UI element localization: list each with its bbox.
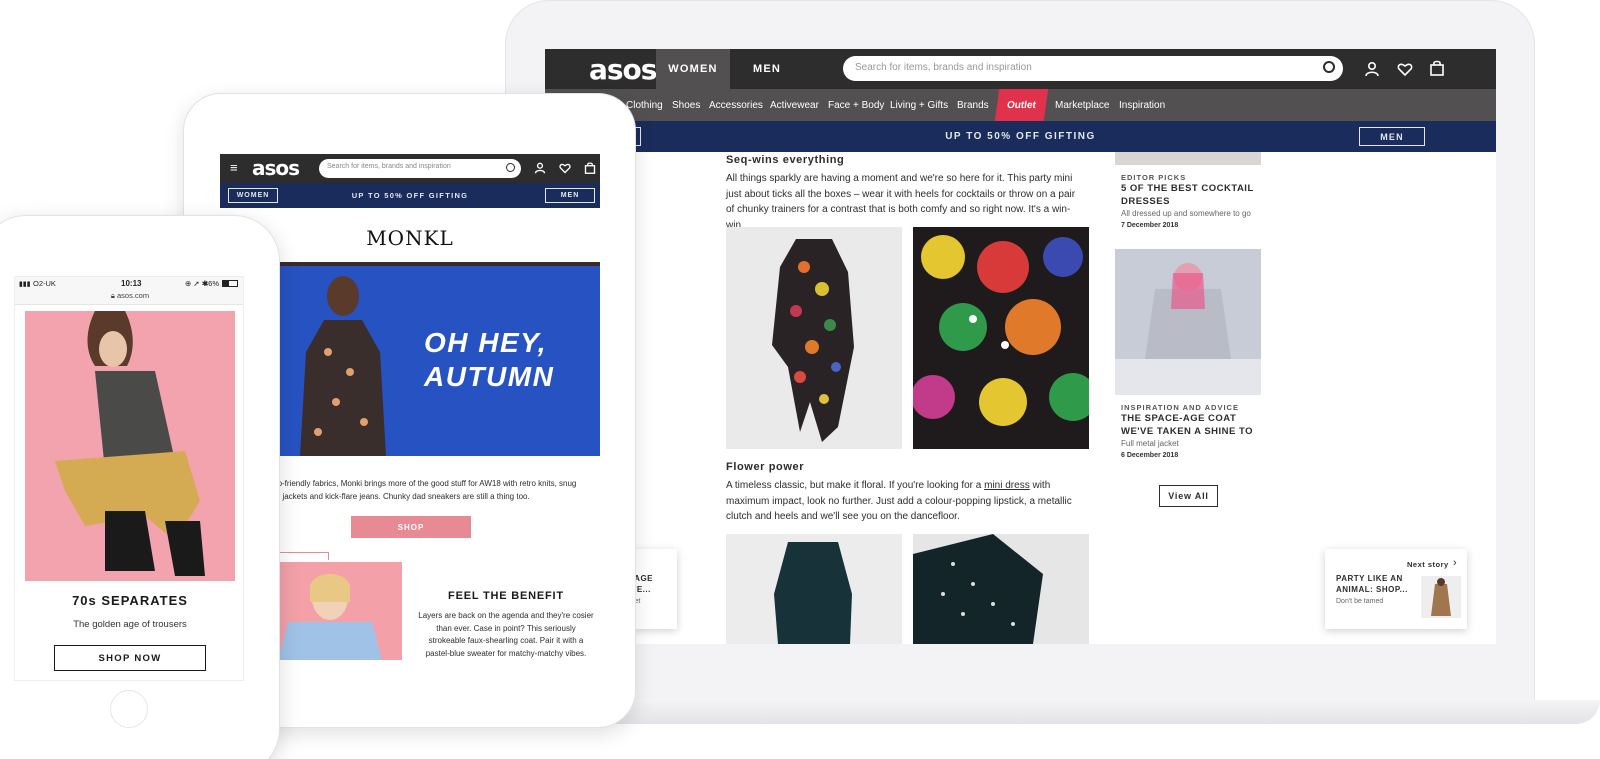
- feature-title: FEEL THE BENEFIT: [448, 590, 564, 602]
- promo-text[interactable]: UP TO 50% OFF GIFTING: [545, 121, 1496, 152]
- sidebar-title-2[interactable]: THE SPACE-AGE COAT WE'VE TAKEN A SHINE T…: [1121, 413, 1261, 438]
- carrier-name: O2-UK: [33, 279, 56, 288]
- nav-accessories[interactable]: Accessories: [709, 89, 763, 121]
- phone-screen: ▮▮▮ O2-UK 10:13 ⊕ ➚ ✱ 46% 🔒︎ asos.com 70…: [14, 276, 244, 681]
- hero-banner[interactable]: OH HEY, AUTUMN: [258, 262, 600, 456]
- product-image-floral-closeup[interactable]: [913, 227, 1089, 449]
- sidebar-date-1: 7 December 2018: [1121, 222, 1179, 229]
- url-text: asos.com: [116, 291, 150, 300]
- section-body-flower-power: A timeless classic, but make it floral. …: [726, 478, 1096, 525]
- hero-headline: OH HEY, AUTUMN: [424, 326, 554, 394]
- search-icon[interactable]: [506, 163, 515, 172]
- sidebar-date-2: 6 December 2018: [1121, 452, 1179, 459]
- phone-title: 70s SEPARATES: [72, 593, 188, 608]
- nav-marketplace[interactable]: Marketplace: [1055, 89, 1109, 121]
- product-image-pearl-dress[interactable]: [913, 534, 1089, 644]
- sidebar-sub-1: All dressed up and somewhere to go: [1121, 209, 1251, 218]
- url-bar[interactable]: 🔒︎ asos.com: [15, 291, 243, 301]
- heart-icon[interactable]: [559, 162, 571, 174]
- body-text-start: A timeless classic, but make it floral. …: [726, 480, 985, 491]
- next-story-title: PARTY LIKE AN ANIMAL: SHOP...: [1336, 574, 1408, 594]
- tablet-body-text: on eco-friendly fabrics, Monki brings mo…: [258, 479, 577, 501]
- home-button[interactable]: [110, 690, 148, 728]
- tablet-search-placeholder: Search for items, brands and inspiration: [327, 163, 451, 170]
- sidebar-title-1[interactable]: 5 OF THE BEST COCKTAIL DRESSES: [1121, 183, 1261, 208]
- signal-icon: ▮▮▮: [19, 281, 31, 288]
- desktop-header: asos WOMEN MEN Search for items, brands …: [545, 49, 1496, 89]
- promo-banner: UP TO 50% OFF GIFTING MEN: [545, 121, 1496, 152]
- nav-living-gifts[interactable]: Living + Gifts: [890, 89, 948, 121]
- section-heading-flower-power: Flower power: [726, 461, 805, 473]
- bag-icon[interactable]: [584, 162, 596, 174]
- section-body-seq-wins: All things sparkly are having a moment a…: [726, 173, 1076, 231]
- desktop-screen: asos WOMEN MEN Search for items, brands …: [545, 49, 1496, 644]
- menu-icon[interactable]: ≡: [230, 161, 238, 174]
- heart-icon[interactable]: [1397, 61, 1413, 77]
- tablet-men-button[interactable]: MEN: [545, 188, 595, 203]
- shop-now-button[interactable]: SHOP NOW: [54, 645, 206, 671]
- nav-activewear[interactable]: Activewear: [770, 89, 819, 121]
- chevron-right-icon: ›: [1453, 557, 1457, 569]
- sidebar-image-cocktail[interactable]: [1115, 152, 1261, 165]
- shop-button[interactable]: SHOP: [351, 516, 471, 538]
- promo-men-button[interactable]: MEN: [1359, 127, 1425, 146]
- category-nav: Clothing Shoes Accessories Activewear Fa…: [545, 89, 1496, 121]
- nav-face-body[interactable]: Face + Body: [828, 89, 884, 121]
- accent-line-vertical: [328, 552, 329, 560]
- next-story-label: Next story: [1407, 560, 1449, 569]
- bag-icon[interactable]: [1429, 60, 1445, 76]
- search-placeholder: Search for items, brands and inspiration: [855, 62, 1032, 73]
- product-image-floral-dress[interactable]: [726, 227, 902, 449]
- next-story-sub: Don't be tamed: [1336, 598, 1384, 605]
- phone-hero-image[interactable]: [25, 311, 235, 581]
- phone-subtitle: The golden age of trousers: [73, 619, 187, 630]
- nav-inspiration[interactable]: Inspiration: [1119, 89, 1165, 121]
- status-bar: ▮▮▮ O2-UK 10:13 ⊕ ➚ ✱ 46% 🔒︎ asos.com: [15, 277, 243, 305]
- sidebar-image-space-coat[interactable]: [1115, 249, 1261, 395]
- next-story-thumbnail: [1421, 576, 1461, 618]
- product-image-velvet-dress[interactable]: [726, 534, 902, 644]
- account-icon[interactable]: [1364, 61, 1380, 77]
- account-icon[interactable]: [534, 162, 546, 174]
- battery-percent: 46%: [204, 279, 220, 288]
- laptop-base: [470, 700, 1600, 724]
- mini-dress-link[interactable]: mini dress: [984, 480, 1030, 491]
- section-heading-seq-wins: Seq-wins everything: [726, 154, 845, 166]
- tab-women[interactable]: WOMEN: [656, 49, 730, 89]
- next-story-card[interactable]: Next story › PARTY LIKE AN ANIMAL: SHOP.…: [1325, 549, 1467, 629]
- hero-model-image: [300, 276, 386, 456]
- tab-men[interactable]: MEN: [730, 49, 804, 89]
- nav-shoes[interactable]: Shoes: [672, 89, 700, 121]
- tablet-logo[interactable]: asos: [252, 156, 300, 180]
- nav-brands[interactable]: Brands: [957, 89, 989, 121]
- asos-logo[interactable]: asos: [589, 53, 657, 86]
- sidebar-kicker-1: EDITOR PICKS: [1121, 173, 1187, 182]
- hero-line-1: OH HEY,: [424, 327, 548, 358]
- battery-icon: [222, 280, 238, 287]
- sidebar-sub-2: Full metal jacket: [1121, 439, 1179, 448]
- tablet-header: ≡ asos Search for items, brands and insp…: [220, 154, 600, 183]
- sidebar-kicker-2: INSPIRATION AND ADVICE: [1121, 403, 1239, 412]
- hero-line-2: AUTUMN: [424, 361, 555, 392]
- tablet-promo-banner: WOMEN UP TO 50% OFF GIFTING MEN: [220, 183, 600, 208]
- nav-outlet[interactable]: Outlet: [994, 89, 1049, 121]
- view-all-button[interactable]: View All: [1159, 485, 1218, 507]
- tablet-women-button[interactable]: WOMEN: [228, 188, 278, 203]
- search-input[interactable]: Search for items, brands and inspiration: [843, 56, 1343, 81]
- feature-body: Layers are back on the agenda and they'r…: [418, 611, 594, 658]
- status-time: 10:13: [121, 279, 142, 288]
- search-icon[interactable]: [1323, 61, 1335, 73]
- tablet-search-input[interactable]: Search for items, brands and inspiration: [319, 159, 521, 178]
